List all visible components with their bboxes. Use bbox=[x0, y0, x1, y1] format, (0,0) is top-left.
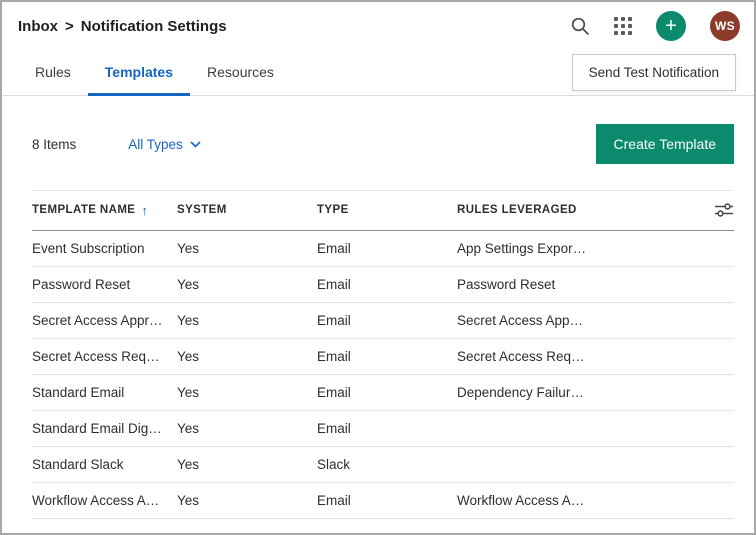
cell-type: Email bbox=[317, 241, 457, 256]
header-actions: + WS bbox=[570, 11, 740, 41]
cell-template-name: Password Reset bbox=[32, 277, 177, 292]
cell-type: Email bbox=[317, 421, 457, 436]
cell-type: Email bbox=[317, 313, 457, 328]
notification-settings-page: Inbox > Notification Settings + WS bbox=[0, 0, 756, 535]
table-header: Template Name ↑ System Type Rules Levera… bbox=[32, 190, 734, 231]
cell-rules-leveraged: App Settings Expor… bbox=[457, 241, 694, 256]
column-settings-icon[interactable] bbox=[714, 202, 734, 218]
apps-grid-icon[interactable] bbox=[614, 17, 632, 35]
tab-resources[interactable]: Resources bbox=[190, 50, 291, 96]
chevron-down-icon bbox=[190, 135, 201, 153]
cell-system: Yes bbox=[177, 457, 317, 472]
tab-bar: RulesTemplatesResources bbox=[18, 50, 291, 95]
cell-system: Yes bbox=[177, 241, 317, 256]
breadcrumb-separator: > bbox=[65, 18, 74, 35]
table-row[interactable]: Password Reset Yes Email Password Reset bbox=[32, 267, 734, 303]
templates-table: Template Name ↑ System Type Rules Levera… bbox=[32, 190, 734, 519]
tab-templates[interactable]: Templates bbox=[88, 50, 190, 96]
type-filter-dropdown[interactable]: All Types bbox=[128, 135, 201, 153]
column-header-system[interactable]: System bbox=[177, 204, 317, 216]
app-header: Inbox > Notification Settings + WS bbox=[2, 2, 754, 50]
cell-system: Yes bbox=[177, 313, 317, 328]
cell-system: Yes bbox=[177, 277, 317, 292]
table-row[interactable]: Standard Email Dig… Yes Email bbox=[32, 411, 734, 447]
cell-template-name: Event Subscription bbox=[32, 241, 177, 256]
table-row[interactable]: Secret Access Appr… Yes Email Secret Acc… bbox=[32, 303, 734, 339]
cell-type: Email bbox=[317, 385, 457, 400]
add-button[interactable]: + bbox=[656, 11, 686, 41]
cell-template-name: Workflow Access A… bbox=[32, 493, 177, 508]
table-row[interactable]: Secret Access Req… Yes Email Secret Acce… bbox=[32, 339, 734, 375]
cell-rules-leveraged: Secret Access Req… bbox=[457, 349, 694, 364]
search-icon[interactable] bbox=[570, 16, 590, 36]
cell-rules-leveraged: Password Reset bbox=[457, 277, 694, 292]
tab-bar-row: RulesTemplatesResources Send Test Notifi… bbox=[2, 50, 754, 96]
cell-template-name: Secret Access Req… bbox=[32, 349, 177, 364]
cell-template-name: Standard Slack bbox=[32, 457, 177, 472]
cell-rules-leveraged: Dependency Failur… bbox=[457, 385, 694, 400]
cell-rules-leveraged: Secret Access App… bbox=[457, 313, 694, 328]
cell-system: Yes bbox=[177, 421, 317, 436]
cell-system: Yes bbox=[177, 349, 317, 364]
send-test-notification-button[interactable]: Send Test Notification bbox=[572, 54, 736, 91]
breadcrumb-inbox[interactable]: Inbox bbox=[18, 18, 58, 35]
cell-type: Email bbox=[317, 277, 457, 292]
cell-system: Yes bbox=[177, 385, 317, 400]
cell-type: Email bbox=[317, 349, 457, 364]
sort-asc-icon: ↑ bbox=[141, 203, 148, 218]
create-template-button[interactable]: Create Template bbox=[596, 124, 734, 164]
table-body: Event Subscription Yes Email App Setting… bbox=[32, 231, 734, 519]
list-toolbar: 8 Items All Types Create Template bbox=[32, 124, 734, 164]
column-header-type[interactable]: Type bbox=[317, 204, 457, 216]
table-row[interactable]: Event Subscription Yes Email App Setting… bbox=[32, 231, 734, 267]
type-filter-value: All Types bbox=[128, 137, 183, 152]
column-header-template-name[interactable]: Template Name ↑ bbox=[32, 203, 177, 218]
avatar[interactable]: WS bbox=[710, 11, 740, 41]
items-count: 8 Items bbox=[32, 137, 76, 152]
table-row[interactable]: Workflow Access A… Yes Email Workflow Ac… bbox=[32, 483, 734, 519]
cell-rules-leveraged: Workflow Access A… bbox=[457, 493, 694, 508]
cell-template-name: Standard Email bbox=[32, 385, 177, 400]
cell-type: Slack bbox=[317, 457, 457, 472]
column-header-rules-leveraged[interactable]: Rules Leveraged bbox=[457, 204, 694, 216]
breadcrumb-current: Notification Settings bbox=[81, 18, 227, 35]
table-row[interactable]: Standard Slack Yes Slack bbox=[32, 447, 734, 483]
cell-template-name: Standard Email Dig… bbox=[32, 421, 177, 436]
table-row[interactable]: Standard Email Yes Email Dependency Fail… bbox=[32, 375, 734, 411]
cell-type: Email bbox=[317, 493, 457, 508]
tab-rules[interactable]: Rules bbox=[18, 50, 88, 96]
cell-template-name: Secret Access Appr… bbox=[32, 313, 177, 328]
breadcrumb: Inbox > Notification Settings bbox=[18, 18, 227, 35]
cell-system: Yes bbox=[177, 493, 317, 508]
